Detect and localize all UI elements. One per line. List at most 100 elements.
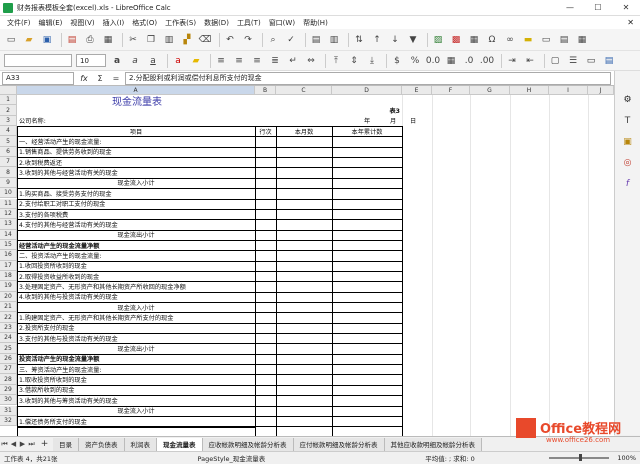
table-row-item[interactable]: 2.取得投资收益所收到的现金 <box>17 271 255 281</box>
row-header[interactable]: 30 <box>0 395 17 406</box>
underline-icon[interactable]: a <box>146 54 160 68</box>
function-wizard-icon[interactable]: fx <box>78 74 90 83</box>
wrap-text-icon[interactable]: ↵ <box>286 54 300 68</box>
row-header[interactable]: 6 <box>0 146 17 158</box>
row-header[interactable]: 20 <box>0 291 17 302</box>
conditional-format-icon[interactable]: ▤ <box>602 54 616 68</box>
table-row-item[interactable]: 现金流出小计 <box>17 230 255 240</box>
table-row-item[interactable]: 3.收到的其他与经营活动有关的现金 <box>17 167 255 177</box>
increase-indent-icon[interactable]: ⇥ <box>505 54 519 68</box>
cut-icon[interactable]: ✂ <box>126 33 140 47</box>
column-header[interactable]: F <box>432 86 470 95</box>
sheet-tab[interactable]: 目录 <box>53 437 79 451</box>
sort-descending-icon[interactable]: ↓ <box>388 33 402 47</box>
row-header[interactable]: 31 <box>0 405 17 416</box>
table-row-item[interactable]: 2.收到税费返还 <box>17 157 255 167</box>
table-row-item[interactable]: 一、经营活动产生的现金流量: <box>17 136 255 146</box>
next-sheet-icon[interactable]: ▶ <box>18 439 27 450</box>
row-header[interactable]: 12 <box>0 208 17 220</box>
bold-icon[interactable]: a <box>110 54 124 68</box>
borders-icon[interactable]: ▢ <box>548 54 562 68</box>
align-center-icon[interactable]: ≡ <box>232 54 246 68</box>
column-header[interactable]: B <box>255 86 276 95</box>
table-row-item[interactable]: 1.购建固定资产、无形资产和其他长期资产所支付的现金 <box>17 312 255 322</box>
redo-icon[interactable]: ↷ <box>241 33 255 47</box>
align-middle-icon[interactable]: ⇕ <box>347 54 361 68</box>
menu-help[interactable]: 帮助(H) <box>299 18 332 28</box>
align-top-icon[interactable]: ⤒ <box>329 54 343 68</box>
column-header[interactable]: D <box>332 86 402 95</box>
table-row-item[interactable]: 4.支付的其他与经营活动有关的现金 <box>17 219 255 229</box>
clear-formatting-icon[interactable]: ⌫ <box>198 33 212 47</box>
sort-icon[interactable]: ⇅ <box>352 33 366 47</box>
first-sheet-icon[interactable]: ⏮ <box>0 439 9 450</box>
row-header[interactable]: 25 <box>0 343 17 354</box>
currency-format-icon[interactable]: $ <box>390 54 404 68</box>
menu-sheet[interactable]: 工作表(S) <box>161 18 200 28</box>
table-row-item[interactable]: 3.支付的各项税费 <box>17 209 255 219</box>
spreadsheet-grid[interactable]: A B C D E F G H I J 1 现金流量表 2 表3 3 公司名称: 年月日 4 项目 行次 本月数 本年累计… <box>0 86 614 436</box>
table-row-item[interactable]: 3.借款所收到的现金 <box>17 385 255 395</box>
align-left-icon[interactable]: ≡ <box>214 54 228 68</box>
table-row-item[interactable]: 1.销售商品、提供劳务收到的现金 <box>17 147 255 157</box>
sheet-tab[interactable]: 应收帐款明细及帐龄分析表 <box>202 437 294 451</box>
header-this-month[interactable]: 本月数 <box>276 126 332 136</box>
table-row-item[interactable]: 2.支付给职工对职工支付的现金 <box>17 199 255 209</box>
find-replace-icon[interactable]: ⌕ <box>266 33 280 47</box>
delete-decimal-icon[interactable]: .00 <box>480 54 494 68</box>
sheet-title[interactable]: 现金流量表 <box>17 95 255 108</box>
font-size-box[interactable]: 10 <box>76 54 106 67</box>
menu-window[interactable]: 窗口(W) <box>265 18 299 28</box>
menu-edit[interactable]: 编辑(E) <box>35 18 67 28</box>
align-bottom-icon[interactable]: ⤓ <box>365 54 379 68</box>
row-header[interactable]: 13 <box>0 219 17 230</box>
row-header[interactable]: 7 <box>0 157 17 168</box>
column-header[interactable]: H <box>510 86 549 95</box>
paste-icon[interactable]: ▥ <box>162 33 176 47</box>
number-format-icon[interactable]: 0.0 <box>426 54 440 68</box>
month-label[interactable]: 月 <box>388 116 402 126</box>
last-sheet-icon[interactable]: ⏭ <box>27 439 36 450</box>
open-folder-icon[interactable]: ▰ <box>22 33 36 47</box>
day-label[interactable]: 日 <box>408 116 422 126</box>
row-header[interactable]: 17 <box>0 260 17 271</box>
table-number[interactable]: 表3 <box>332 105 401 115</box>
sheet-tab-active[interactable]: 现金流量表 <box>157 437 203 451</box>
functions-icon[interactable]: f <box>621 177 634 190</box>
font-name-box[interactable] <box>4 54 72 67</box>
table-row-item[interactable]: 现金流入小计 <box>17 406 255 416</box>
save-icon[interactable]: ▣ <box>40 33 54 47</box>
row-header[interactable]: 24 <box>0 333 17 344</box>
special-character-icon[interactable]: Ω <box>485 33 499 47</box>
sheet-tab[interactable]: 资产负债表 <box>79 437 125 451</box>
row-header[interactable]: 10 <box>0 188 17 199</box>
table-row-item[interactable]: 现金流入小计 <box>17 178 255 188</box>
row-header[interactable]: 26 <box>0 353 17 365</box>
table-row-item[interactable]: 1.收回投资所收到的现金 <box>17 261 255 271</box>
company-name-label[interactable]: 公司名称: <box>17 116 137 126</box>
pivot-table-icon[interactable]: ▦ <box>467 33 481 47</box>
row-header[interactable]: 29 <box>0 384 17 396</box>
header-ytd[interactable]: 本年累计数 <box>332 126 402 136</box>
insert-image-icon[interactable]: ▨ <box>431 33 445 47</box>
row-header[interactable]: 16 <box>0 250 17 261</box>
merge-center-icon[interactable]: ⇔ <box>304 54 318 68</box>
sheet-tab[interactable]: 利润表 <box>124 437 157 451</box>
table-row-item[interactable]: 2.投资所支付的现金 <box>17 323 255 333</box>
year-label[interactable]: 年 <box>362 116 376 126</box>
spelling-icon[interactable]: ✓ <box>284 33 298 47</box>
border-color-icon[interactable]: ▭ <box>584 54 598 68</box>
sum-icon[interactable]: Σ <box>94 74 106 83</box>
row-header[interactable]: 3 <box>0 115 17 127</box>
column-icon[interactable]: ▥ <box>327 33 341 47</box>
table-row-item[interactable]: 3.处理固定资产、无形资产和其他长期资产所收回的现金净额 <box>17 281 255 291</box>
copy-icon[interactable]: ❐ <box>144 33 158 47</box>
export-pdf-icon[interactable]: ▤ <box>65 33 79 47</box>
column-header[interactable]: E <box>402 86 432 95</box>
menu-tools[interactable]: 工具(T) <box>233 18 265 28</box>
align-justify-icon[interactable]: ≣ <box>268 54 282 68</box>
table-row-item[interactable]: 1.购买商品、接受劳务支付的现金 <box>17 188 255 198</box>
column-header[interactable]: C <box>276 86 332 95</box>
row-icon[interactable]: ▤ <box>309 33 323 47</box>
prev-sheet-icon[interactable]: ◀ <box>9 439 18 450</box>
